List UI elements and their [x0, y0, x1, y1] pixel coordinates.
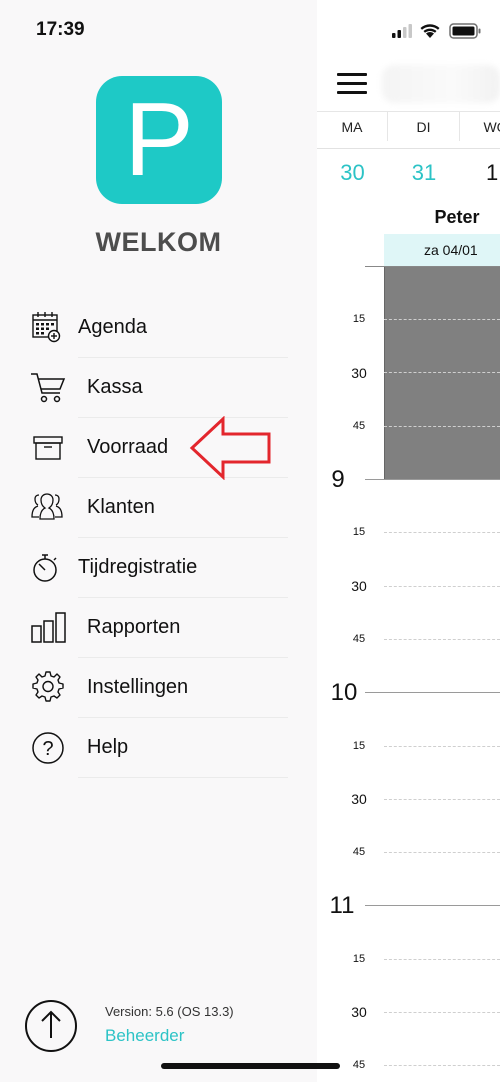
grid-line: [384, 532, 500, 533]
time-label: 30: [351, 791, 367, 807]
menu-label: Instellingen: [87, 676, 189, 698]
day-number-row: 30 31 1: [317, 148, 500, 188]
status-icons: [390, 22, 485, 40]
grid-line: [384, 639, 500, 640]
upload-icon: [41, 1010, 61, 1038]
grid-line: [384, 959, 500, 960]
cart-icon: [31, 373, 66, 403]
menu-label: Voorraad: [87, 436, 169, 458]
upload-button[interactable]: [25, 1000, 77, 1052]
menu-label: Kassa: [87, 376, 143, 398]
time-label: 15: [352, 740, 366, 752]
time-label: 30: [351, 365, 367, 381]
menu-label: Help: [87, 736, 129, 758]
hour-label: 9: [331, 466, 345, 493]
menu-item-help[interactable]: ? Help: [0, 718, 290, 778]
divider: [78, 777, 288, 778]
grid-line: [365, 266, 500, 267]
day-number-selected[interactable]: 1: [460, 149, 500, 188]
time-label: 15: [352, 953, 366, 965]
menu-item-rapporten[interactable]: Rapporten: [0, 598, 290, 658]
annotation-arrow-icon: [189, 416, 271, 480]
status-time: 17:39: [36, 19, 85, 40]
menu-label: Agenda: [78, 316, 147, 338]
menu-label: Rapporten: [87, 616, 181, 638]
menu-item-kassa[interactable]: Kassa: [0, 358, 290, 418]
time-label: 45: [352, 1059, 366, 1071]
calendar-panel: MA DI WO 30 31 1 Peter za 04/01 15 30 45…: [317, 0, 500, 1082]
grid-line: [384, 799, 500, 800]
weekday-header: MA DI WO: [317, 111, 500, 141]
grid-line: [384, 1012, 500, 1013]
grid-line: [384, 586, 500, 587]
calendar-icon: [32, 312, 61, 343]
help-icon: ?: [32, 732, 64, 764]
user-role-link[interactable]: Beheerder: [105, 1026, 184, 1046]
column-date: za 04/01: [384, 234, 500, 266]
calendar-toolbar: [317, 55, 500, 110]
weekday-label[interactable]: MA: [317, 112, 388, 141]
grid-line-hour: [365, 692, 500, 693]
menu-label: Klanten: [87, 496, 155, 518]
time-gutter-header: [317, 234, 384, 266]
grid-line: [384, 319, 500, 320]
wifi-icon: [420, 24, 440, 38]
menu-item-agenda[interactable]: Agenda: [0, 298, 290, 358]
grid-line: [384, 372, 500, 373]
grid-line-hour: [365, 479, 500, 480]
weekday-label[interactable]: WO: [460, 112, 500, 141]
grid-line: [384, 426, 500, 427]
grid-line: [384, 746, 500, 747]
svg-text:?: ?: [42, 738, 53, 760]
time-label: 45: [352, 420, 366, 432]
navigation-drawer: 17:39 P WELKOM Agenda Kassa Voorraad Kla…: [0, 0, 317, 1082]
time-label: 30: [351, 578, 367, 594]
version-text: Version: 5.6 (OS 13.3): [105, 1004, 234, 1019]
time-label: 15: [352, 313, 366, 325]
box-icon: [33, 436, 63, 460]
day-number[interactable]: 31: [388, 149, 460, 188]
menu-label: Tijdregistratie: [78, 556, 198, 578]
welcome-title: WELKOM: [95, 227, 222, 257]
users-icon: [31, 493, 63, 520]
grid-line: [384, 852, 500, 853]
stopwatch-icon: [33, 554, 57, 582]
time-label: 45: [352, 846, 366, 858]
toolbar-title-blurred: [382, 65, 500, 103]
time-label: 15: [352, 526, 366, 538]
menu-item-instellingen[interactable]: Instellingen: [0, 658, 290, 718]
time-label: 45: [352, 633, 366, 645]
app-logo: P: [96, 76, 222, 204]
day-number[interactable]: 30: [317, 149, 388, 188]
grid-line-hour: [365, 905, 500, 906]
hour-label: 11: [329, 892, 355, 919]
battery-icon: [449, 23, 481, 39]
gear-icon: [32, 671, 64, 702]
signal-icon: [392, 24, 412, 38]
hour-label: 10: [330, 679, 358, 706]
hamburger-menu-icon[interactable]: [337, 71, 369, 95]
grid-line: [384, 1065, 500, 1066]
staff-name: Peter: [434, 207, 480, 227]
status-icons-svg: [392, 23, 481, 39]
time-label: 30: [351, 1004, 367, 1020]
bar-chart-icon: [31, 612, 66, 643]
weekday-label[interactable]: DI: [388, 112, 460, 141]
menu-item-tijdregistratie[interactable]: Tijdregistratie: [0, 538, 290, 598]
home-indicator: [161, 1063, 340, 1069]
menu-item-klanten[interactable]: Klanten: [0, 478, 290, 538]
